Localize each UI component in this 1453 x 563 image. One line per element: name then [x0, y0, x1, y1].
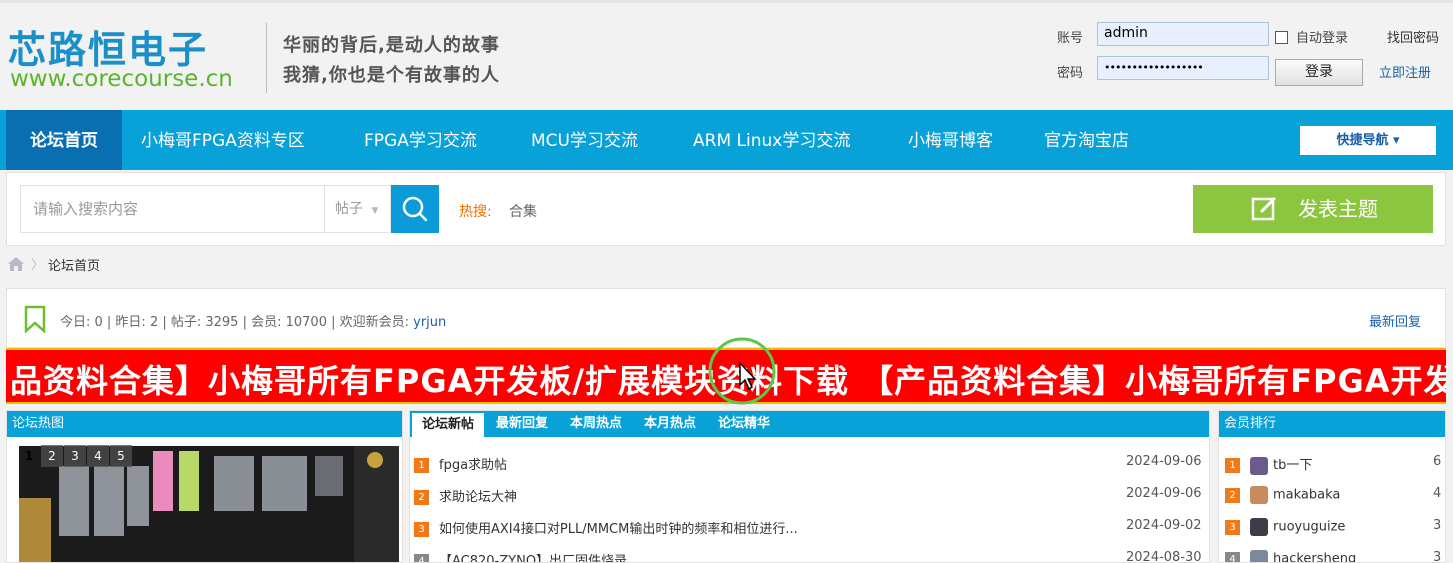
login-button[interactable]: 登录 [1275, 59, 1363, 86]
member-row[interactable]: 1 tb一下 [1225, 454, 1312, 476]
posts-panel: 论坛新帖 最新回复 本周热点 本月热点 论坛精华 1 fpga求助帖 2024-0… [409, 410, 1210, 563]
hot-images-panel: 论坛热图 1 2 3 4 5 [6, 410, 403, 563]
search-type-label: 帖子 [335, 201, 363, 217]
nav-home[interactable]: 论坛首页 [6, 110, 122, 170]
post-row[interactable]: 2 求助论坛大神 [414, 486, 517, 508]
post-row[interactable]: 1 fpga求助帖 [414, 454, 507, 476]
rank-badge: 4 [1225, 551, 1240, 562]
member-count: 6 [1433, 454, 1442, 469]
search-input[interactable]: 请输入搜索内容 [20, 185, 325, 233]
member-name[interactable]: hackersheng [1273, 552, 1356, 563]
rank-badge: 2 [1225, 487, 1240, 503]
member-ranking-title: 会员排行 [1219, 411, 1445, 437]
tab-weekly-hot[interactable]: 本周热点 [570, 411, 622, 437]
slide-indicator-4[interactable]: 4 [87, 445, 109, 467]
logo-divider [266, 23, 267, 93]
search-button[interactable] [391, 185, 439, 233]
home-icon[interactable] [7, 256, 25, 272]
member-row[interactable]: 3 ruoyuguize [1225, 518, 1345, 540]
nav-fpga-forum[interactable]: FPGA学习交流 [364, 110, 477, 170]
avatar[interactable] [1250, 456, 1268, 475]
breadcrumb: 〉 论坛首页 [6, 254, 206, 274]
hot-search-item[interactable]: 合集 [509, 201, 537, 221]
member-ranking-panel: 会员排行 1 tb一下 6 2 makabaka 4 3 ruoyuguize 3 4… [1218, 410, 1446, 563]
slide-indicator-2[interactable]: 2 [41, 445, 63, 467]
post-row[interactable]: 3 如何使用AXI4接口对PLL/MMCM输出时钟的频率和相位进行... [414, 518, 798, 540]
member-row[interactable]: 2 makabaka [1225, 486, 1340, 508]
rank-badge: 3 [414, 522, 429, 537]
rank-badge: 1 [414, 458, 429, 473]
tab-latest-replies[interactable]: 最新回复 [496, 411, 548, 437]
new-post-label: 发表主题 [1298, 197, 1378, 221]
slide-indicator-1[interactable]: 1 [18, 445, 40, 467]
slogan-line-2: 我猜,你也是个有故事的人 [283, 65, 500, 86]
password-label: 密码 [1057, 66, 1084, 81]
post-title[interactable]: 如何使用AXI4接口对PLL/MMCM输出时钟的频率和相位进行... [439, 522, 798, 537]
logo-url[interactable]: www.corecourse.cn [10, 66, 233, 92]
post-date: 2024-08-30 [1126, 550, 1202, 563]
avatar[interactable] [1250, 486, 1268, 504]
member-row[interactable]: 4 hackersheng [1225, 550, 1356, 563]
post-date: 2024-09-06 [1126, 454, 1202, 469]
posts-tabs: 论坛新帖 最新回复 本周热点 本月热点 论坛精华 [410, 411, 1209, 437]
member-count: 4 [1433, 486, 1442, 501]
tab-featured[interactable]: 论坛精华 [718, 411, 770, 437]
bookmark-icon [24, 305, 46, 333]
member-name[interactable]: tb一下 [1273, 458, 1312, 473]
rank-badge: 3 [1225, 519, 1240, 535]
account-field[interactable]: admin [1097, 22, 1269, 46]
forgot-password-link[interactable]: 找回密码 [1387, 27, 1439, 46]
main-nav: 论坛首页 小梅哥FPGA资料专区 FPGA学习交流 MCU学习交流 ARM Li… [0, 110, 1453, 170]
password-field[interactable]: •••••••••••••••••• [1097, 56, 1269, 80]
search-icon [402, 196, 428, 222]
stats-summary: 今日: 0 | 昨日: 2 | 帖子: 3295 | 会员: 10700 | 欢… [60, 315, 414, 330]
avatar[interactable] [1250, 550, 1268, 562]
breadcrumb-current[interactable]: 论坛首页 [48, 255, 100, 274]
breadcrumb-separator-icon: 〉 [31, 258, 45, 273]
slide-indicator-5[interactable]: 5 [110, 445, 132, 467]
tab-new-posts[interactable]: 论坛新帖 [412, 413, 485, 437]
hot-search-label: 热搜: [459, 204, 492, 220]
nav-mcu-forum[interactable]: MCU学习交流 [531, 110, 638, 170]
stats-text: 今日: 0 | 昨日: 2 | 帖子: 3295 | 会员: 10700 | 欢… [60, 311, 446, 330]
site-header: 芯路恒电子 www.corecourse.cn 华丽的背后,是动人的故事 我猜,… [0, 0, 1453, 110]
edit-icon [1251, 196, 1277, 221]
avatar[interactable] [1250, 518, 1268, 536]
rank-badge: 4 [414, 554, 429, 562]
new-post-button[interactable]: 发表主题 [1193, 185, 1433, 233]
nav-taobao-shop[interactable]: 官方淘宝店 [1044, 110, 1129, 170]
post-date: 2024-09-02 [1126, 518, 1202, 533]
search-type-select[interactable]: 帖子 ▼ [324, 185, 391, 233]
slogan-line-1: 华丽的背后,是动人的故事 [283, 35, 500, 56]
member-count: 3 [1433, 550, 1442, 563]
rank-badge: 2 [414, 490, 429, 505]
register-link[interactable]: 立即注册 [1379, 62, 1431, 81]
quick-nav-dropdown[interactable]: 快捷导航 ▾ [1300, 126, 1436, 155]
search-bar: 请输入搜索内容 帖子 ▼ 热搜: 合集 发表主题 [6, 172, 1446, 246]
post-row[interactable]: 4 【AC820-ZYNQ】出厂固件烧录 [414, 550, 627, 562]
auto-login-checkbox[interactable] [1275, 31, 1288, 44]
auto-login-label: 自动登录 [1296, 31, 1349, 46]
nav-blog[interactable]: 小梅哥博客 [908, 110, 993, 170]
nav-arm-linux-forum[interactable]: ARM Linux学习交流 [693, 110, 850, 170]
member-name[interactable]: ruoyuguize [1273, 520, 1345, 535]
new-member-link[interactable]: yrjun [413, 315, 446, 330]
account-label: 账号 [1057, 31, 1084, 46]
member-name[interactable]: makabaka [1273, 488, 1340, 503]
latest-reply-link[interactable]: 最新回复 [1369, 311, 1421, 330]
tab-monthly-hot[interactable]: 本月热点 [644, 411, 696, 437]
post-title[interactable]: fpga求助帖 [439, 458, 507, 473]
hot-images-title: 论坛热图 [7, 411, 402, 437]
cursor-icon [708, 337, 776, 405]
post-title[interactable]: 【AC820-ZYNQ】出厂固件烧录 [439, 554, 627, 562]
slide-indicator-3[interactable]: 3 [64, 445, 86, 467]
member-count: 3 [1433, 518, 1442, 533]
post-date: 2024-09-06 [1126, 486, 1202, 501]
post-title[interactable]: 求助论坛大神 [439, 490, 517, 505]
chevron-down-icon: ▼ [371, 206, 379, 216]
nav-fpga-materials[interactable]: 小梅哥FPGA资料专区 [141, 110, 305, 170]
rank-badge: 1 [1225, 458, 1240, 473]
